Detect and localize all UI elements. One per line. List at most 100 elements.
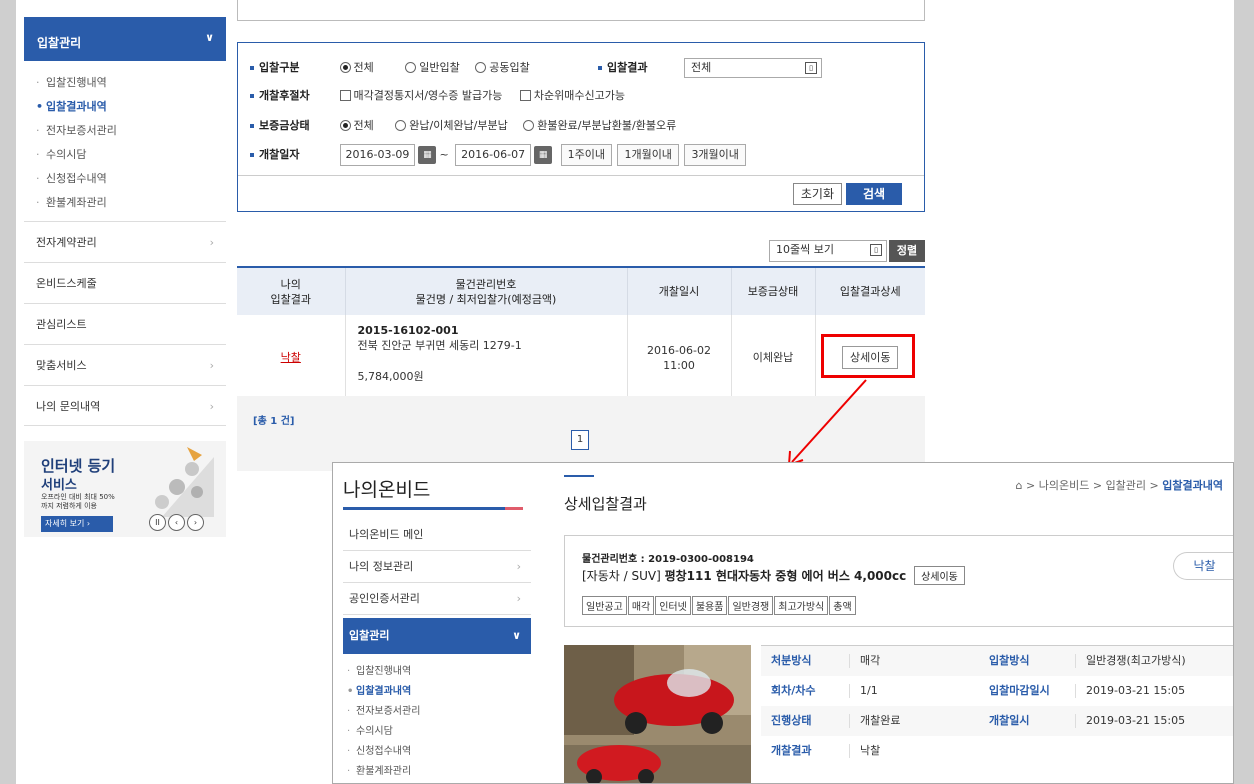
tag: 일반공고 xyxy=(582,596,627,615)
sidebar-item-schedule[interactable]: 온비드스케줄 xyxy=(24,262,226,303)
item-number[interactable]: 2015-16102-001 xyxy=(358,323,627,338)
result-link[interactable]: 낙찰 xyxy=(281,351,301,364)
sidebar-item-favorites[interactable]: 관심리스트 xyxy=(24,303,226,344)
sidebar-sub-item[interactable]: · 신청접수내역 xyxy=(24,167,226,191)
item-number: 물건관리번호 : 2019-0300-008194 xyxy=(582,554,754,565)
detail-row: 회차/차수 1/1 입찰마감일시 2019-03-21 15:05 xyxy=(771,684,1186,698)
sidebar-sub-item[interactable]: · 입찰진행내역 xyxy=(24,71,226,95)
checkbox-second-bidder[interactable]: 차순위매수신고가능 xyxy=(519,85,625,107)
bullet-icon: · xyxy=(36,76,40,89)
page-title: 상세입찰결과 xyxy=(564,495,647,513)
sidebar-item-info[interactable]: 나의 정보관리 › xyxy=(343,551,531,583)
search-result-label: 입찰결과 xyxy=(598,57,684,79)
detail-row: 처분방식 매각 입찰방식 일반경쟁(최고가방식) xyxy=(761,646,1233,676)
radio-deposit-paid[interactable]: 완납/이체완납/부분납 xyxy=(395,115,508,137)
bullet-icon: · xyxy=(347,706,351,717)
chevron-left-icon[interactable]: ‹ xyxy=(168,514,185,531)
sidebar: 입찰관리 ∨ · 입찰진행내역 • 입찰결과내역 · 전자보증서관리 · 수의시담 · 신… xyxy=(24,17,226,426)
sidebar-item-cert[interactable]: 공인인증서관리 › xyxy=(343,583,531,615)
promo-banner[interactable]: 인터넷 등기 서비스 오프라인 대비 최대 50%까지 저렴하게 이용 자세히 … xyxy=(24,441,226,537)
sidebar-item-custom-service[interactable]: 맞춤서비스 › xyxy=(24,344,226,385)
item-price: 5,784,000원 xyxy=(357,370,424,383)
sidebar-item-bid-selected[interactable]: 입찰관리 ∨ xyxy=(343,618,531,654)
search-row-post-procedure: 개찰후절차 매각결정통지서/영수증 발급가능 차순위매수신고가능 xyxy=(250,85,637,107)
pause-icon[interactable]: II xyxy=(149,514,166,531)
brand-underline-accent xyxy=(505,507,523,510)
tag: 총액 xyxy=(829,596,856,615)
bullet-icon: · xyxy=(347,666,351,677)
detail-move-button[interactable]: 상세이동 xyxy=(914,566,965,585)
sidebar-sub-item[interactable]: · 전자보증서관리 xyxy=(343,702,531,722)
checkbox-sale-notice[interactable]: 매각결정통지서/영수증 발급가능 xyxy=(339,85,502,107)
reset-button[interactable]: 초기화 xyxy=(792,183,842,205)
breadcrumb-current: 입찰결과내역 xyxy=(1162,479,1223,492)
banner-detail-button[interactable]: 자세히 보기 › xyxy=(41,516,113,532)
brand-underline xyxy=(343,507,505,510)
home-icon[interactable]: ⌂ xyxy=(1016,479,1023,492)
col-open-date: 개찰일시 xyxy=(627,266,732,315)
square-bullet-icon xyxy=(250,66,254,70)
search-form: 입찰구분 전체 일반입찰 공동입찰 입찰결과 전체 ▯ 개찰후절차 매각결정통지… xyxy=(237,42,925,212)
sidebar-header[interactable]: 입찰관리 ∨ xyxy=(24,17,226,61)
col-item: 물건관리번호 물건명 / 최저입찰가(예정금액) xyxy=(345,266,628,315)
banner-title: 인터넷 등기 xyxy=(41,457,116,475)
square-bullet-icon xyxy=(250,153,254,157)
table-header-row: 나의 입찰결과 물건관리번호 물건명 / 최저입찰가(예정금액) 개찰일시 보증금상… xyxy=(237,266,925,315)
tag: 매각 xyxy=(627,596,655,615)
sidebar-item-contract[interactable]: 전자계약관리 › xyxy=(24,221,226,262)
radio-bid-all[interactable]: 전체 xyxy=(339,57,374,79)
item-summary-box: 물건관리번호 : 2019-0300-008194 [자동차 / SUV] 평창… xyxy=(564,535,1233,627)
sidebar-sub-item-active[interactable]: • 입찰결과내역 xyxy=(343,682,531,702)
sidebar-item-inquiry[interactable]: 나의 문의내역 › xyxy=(24,385,226,426)
radio-deposit-refund[interactable]: 환불완료/부분납환불/환불오류 xyxy=(523,115,676,137)
chevron-right-icon: › xyxy=(209,236,214,249)
highlight-box xyxy=(821,334,915,378)
breadcrumb: ⌂ > 나의온비드 > 입찰관리 > 입찰결과내역 xyxy=(1015,479,1223,492)
radio-bid-general[interactable]: 일반입찰 xyxy=(405,57,460,79)
chevron-right-icon: › xyxy=(209,359,214,372)
sidebar-sub-item[interactable]: · 환불계좌관리 xyxy=(24,191,226,215)
period-1month-button[interactable]: 1개월이내 xyxy=(617,144,679,166)
radio-bid-joint[interactable]: 공동입찰 xyxy=(475,57,530,79)
sidebar-sub-list: · 입찰진행내역 • 입찰결과내역 · 전자보증서관리 · 수의시담 · 신청접수내역 ·… xyxy=(24,61,226,221)
checkbox-icon xyxy=(339,90,351,101)
chevron-right-icon[interactable]: › xyxy=(187,514,204,531)
sidebar-sub-item[interactable]: · 수의시담 xyxy=(24,143,226,167)
page-1-button[interactable]: 1 xyxy=(571,430,589,450)
detail-row: 개찰결과 낙찰 xyxy=(771,744,881,758)
breadcrumb-item[interactable]: 입찰관리 xyxy=(1106,479,1146,492)
result-select[interactable]: 전체 ▯ xyxy=(684,58,822,78)
title-accent-line xyxy=(564,475,594,477)
col-detail: 입찰결과상세 xyxy=(815,266,925,315)
period-3month-button[interactable]: 3개월이내 xyxy=(684,144,746,166)
col-deposit: 보증금상태 xyxy=(731,266,816,315)
col-my-result: 나의 입찰결과 xyxy=(237,266,346,315)
sidebar-sub-item[interactable]: · 전자보증서관리 xyxy=(24,119,226,143)
sidebar-sub-item[interactable]: · 환불계좌관리 xyxy=(343,762,531,782)
top-box-remnant xyxy=(237,0,925,21)
date-from-input[interactable]: 2016-03-09 xyxy=(339,144,416,166)
sidebar-sub-item[interactable]: · 수의시담 xyxy=(343,722,531,742)
date-to-input[interactable]: 2016-06-07 xyxy=(455,144,532,166)
square-bullet-icon xyxy=(250,124,254,128)
search-row-deposit-status: 보증금상태 전체 완납/이체완납/부분납 환불완료/부분납환불/환불오류 xyxy=(250,115,688,137)
radio-icon xyxy=(405,62,417,73)
calendar-icon[interactable]: ▦ xyxy=(534,146,553,164)
bullet-icon: · xyxy=(347,746,351,757)
radio-icon xyxy=(395,120,407,131)
calendar-icon[interactable]: ▦ xyxy=(418,146,437,164)
rows-per-page-select[interactable]: 10줄씩 보기 ▯ xyxy=(769,240,887,262)
radio-icon xyxy=(339,120,351,131)
sidebar-sub-item-active[interactable]: • 입찰결과내역 xyxy=(24,95,226,119)
breadcrumb-item[interactable]: 나의온비드 xyxy=(1039,479,1090,492)
sort-button[interactable]: 정렬 xyxy=(889,240,925,262)
sidebar-sub-item[interactable]: · 입찰진행내역 xyxy=(343,662,531,682)
banner-desc: 오프라인 대비 최대 50%까지 저렴하게 이용 xyxy=(41,493,115,510)
chevron-down-icon: ∨ xyxy=(205,31,214,44)
search-button[interactable]: 검색 xyxy=(846,183,902,205)
radio-deposit-all[interactable]: 전체 xyxy=(339,115,374,137)
page: 입찰관리 ∨ · 입찰진행내역 • 입찰결과내역 · 전자보증서관리 · 수의시담 · 신… xyxy=(16,0,1234,784)
sidebar-sub-item[interactable]: · 신청접수내역 xyxy=(343,742,531,762)
sidebar-item-main[interactable]: 나의온비드 메인 xyxy=(343,519,531,551)
period-1week-button[interactable]: 1주이내 xyxy=(560,144,612,166)
